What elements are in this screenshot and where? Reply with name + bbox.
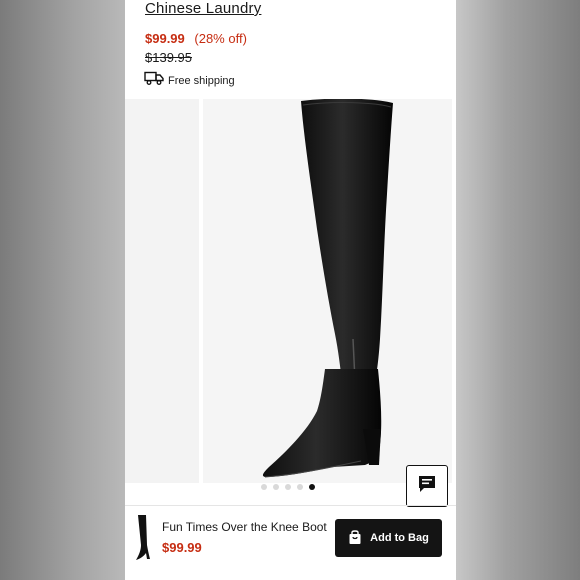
add-to-bag-button[interactable]: Add to Bag bbox=[335, 519, 442, 557]
price-row: $99.99 (28% off) bbox=[145, 31, 247, 46]
chat-icon bbox=[417, 474, 437, 499]
product-image-boot[interactable] bbox=[203, 98, 452, 483]
chat-button[interactable] bbox=[406, 465, 448, 507]
carousel-indicators bbox=[261, 484, 315, 490]
product-thumbnail bbox=[135, 515, 151, 561]
carousel-dot[interactable] bbox=[297, 484, 303, 490]
brand-link[interactable]: Chinese Laundry bbox=[145, 0, 261, 17]
shipping-info: Free shipping bbox=[144, 71, 235, 90]
original-price: $139.95 bbox=[145, 50, 192, 65]
sticky-price: $99.99 bbox=[162, 540, 202, 555]
bottom-bar-divider bbox=[125, 505, 456, 506]
sticky-product-name: Fun Times Over the Knee Boot bbox=[162, 520, 327, 534]
image-carousel[interactable] bbox=[125, 98, 456, 483]
add-to-bag-label: Add to Bag bbox=[370, 532, 429, 544]
carousel-dot-active[interactable] bbox=[309, 484, 315, 490]
shopping-bag-icon bbox=[348, 529, 362, 548]
carousel-dot[interactable] bbox=[261, 484, 267, 490]
shipping-label: Free shipping bbox=[168, 74, 235, 87]
truck-icon bbox=[144, 71, 164, 90]
discount-badge: (28% off) bbox=[194, 31, 247, 46]
sale-price: $99.99 bbox=[145, 31, 185, 46]
carousel-dot[interactable] bbox=[273, 484, 279, 490]
blurred-backdrop-left bbox=[0, 0, 125, 580]
blurred-backdrop-right bbox=[456, 0, 580, 580]
product-screen: Chinese Laundry $99.99 (28% off) $139.95… bbox=[125, 0, 456, 580]
previous-product-image[interactable] bbox=[125, 99, 199, 483]
carousel-dot[interactable] bbox=[285, 484, 291, 490]
